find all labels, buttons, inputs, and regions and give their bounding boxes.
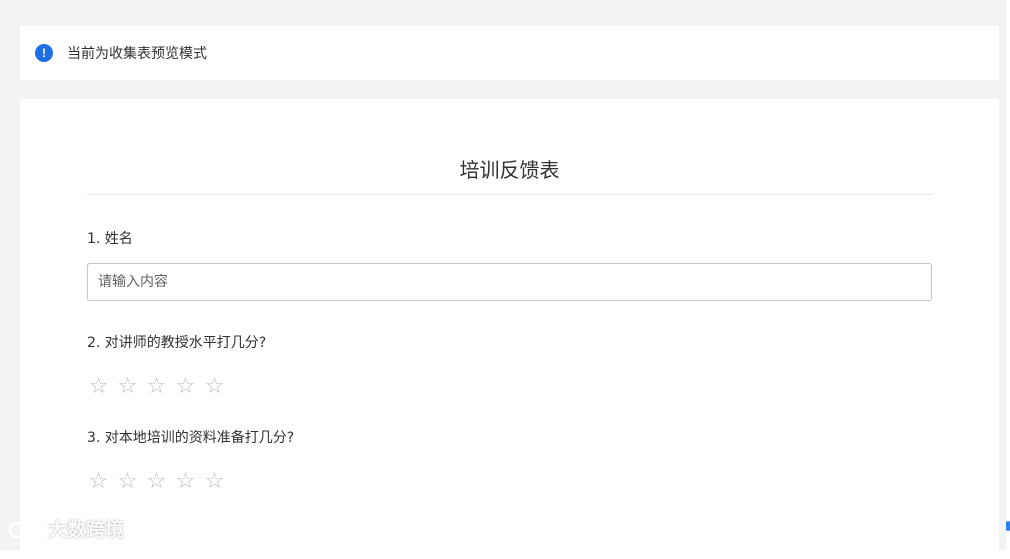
form-card: 培训反馈表 1. 姓名 2. 对讲师的教授水平打几分? ☆ ☆ ☆ ☆ ☆ 3.…: [20, 99, 999, 559]
scroll-indicator: [1006, 521, 1010, 531]
star-icon[interactable]: ☆: [145, 470, 168, 493]
watermark: 大数跨境: [8, 515, 124, 542]
star-icon[interactable]: ☆: [174, 470, 197, 493]
page-frame: ! 当前为收集表预览模式 培训反馈表 1. 姓名 2. 对讲师的教授水平打几分?…: [0, 0, 1006, 550]
form-title: 培训反馈表: [87, 99, 932, 195]
star-icon[interactable]: ☆: [87, 375, 110, 398]
preview-mode-notice: ! 当前为收集表预览模式: [20, 26, 999, 80]
star-icon[interactable]: ☆: [203, 470, 226, 493]
question-name: 1. 姓名: [87, 229, 932, 301]
info-exclamation-icon: !: [35, 44, 53, 62]
star-icon[interactable]: ☆: [203, 375, 226, 398]
star-icon[interactable]: ☆: [87, 470, 110, 493]
star-icon[interactable]: ☆: [174, 375, 197, 398]
name-input[interactable]: [87, 263, 932, 301]
question-label: 3. 对本地培训的资料准备打几分?: [87, 428, 932, 448]
notice-text: 当前为收集表预览模式: [67, 43, 207, 63]
star-icon[interactable]: ☆: [145, 375, 168, 398]
watermark-text: 大数跨境: [48, 515, 124, 542]
watermark-logo-icon: [8, 518, 42, 540]
question-instructor-rating: 2. 对讲师的教授水平打几分? ☆ ☆ ☆ ☆ ☆: [87, 333, 932, 398]
question-materials-rating: 3. 对本地培训的资料准备打几分? ☆ ☆ ☆ ☆ ☆: [87, 428, 932, 493]
question-label: 2. 对讲师的教授水平打几分?: [87, 333, 932, 353]
star-rating: ☆ ☆ ☆ ☆ ☆: [87, 470, 932, 493]
star-icon[interactable]: ☆: [116, 470, 139, 493]
star-icon[interactable]: ☆: [116, 375, 139, 398]
question-label: 1. 姓名: [87, 229, 932, 249]
star-rating: ☆ ☆ ☆ ☆ ☆: [87, 375, 932, 398]
